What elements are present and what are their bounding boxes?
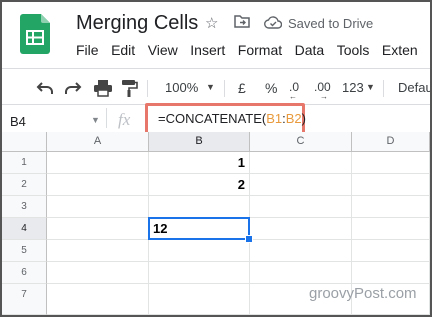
more-formats-button[interactable]: 123 [342,80,364,95]
formula-bar-separator [106,108,107,128]
cell-a4[interactable] [47,218,149,240]
cell-b4-selected[interactable]: 12 [148,217,250,240]
paint-format-icon[interactable] [122,80,138,102]
window-frame: Merging Cells ☆ Saved to Drive File Edit V… [0,0,432,317]
row-header-4[interactable]: 4 [2,218,47,240]
cell-a6[interactable] [47,262,149,284]
chevron-down-icon[interactable]: ▼ [206,82,215,92]
print-icon[interactable] [94,80,112,102]
star-icon[interactable]: ☆ [205,14,218,32]
cell-d5[interactable] [352,240,430,262]
move-folder-icon[interactable] [234,14,250,32]
menu-edit[interactable]: Edit [111,42,135,58]
toolbar-separator [224,80,225,97]
formula-function: =CONCATENATE( [158,111,267,126]
name-box[interactable]: B4 [10,114,26,129]
row-header-7[interactable]: 7 [2,284,47,315]
save-status: Saved to Drive [288,16,374,31]
toolbar-separator [147,80,148,97]
cell-c3[interactable] [250,196,352,218]
row-header-6[interactable]: 6 [2,262,47,284]
cell-c6[interactable] [250,262,352,284]
cell-a7[interactable] [47,284,149,315]
column-header-b[interactable]: B [149,132,250,152]
row-header-5[interactable]: 5 [2,240,47,262]
formula-text: =CONCATENATE(B1:B2) [158,111,306,126]
select-all-corner[interactable] [2,132,47,152]
currency-format-button[interactable]: £ [238,80,246,96]
formula-ref-start: B1 [266,111,283,126]
cell-a5[interactable] [47,240,149,262]
column-header-c[interactable]: C [250,132,352,152]
percent-format-button[interactable]: % [265,80,277,96]
column-header-a[interactable]: A [47,132,149,152]
fill-handle[interactable] [245,235,253,243]
formula-close-paren: ) [301,111,307,126]
font-select[interactable]: Defaul [398,80,430,95]
cell-d3[interactable] [352,196,430,218]
cell-b1[interactable]: 1 [149,152,250,174]
arrow-left-icon: ← [289,92,297,101]
chevron-down-icon[interactable]: ▼ [91,115,100,125]
fx-icon: fx [118,110,131,129]
cell-b2[interactable]: 2 [149,174,250,196]
cell-a1[interactable] [47,152,149,174]
cell-c2[interactable] [250,174,352,196]
cell-d1[interactable] [352,152,430,174]
cell-b6[interactable] [149,262,250,284]
menu-data[interactable]: Data [295,42,325,58]
arrow-right-icon: → [320,92,328,101]
toolbar: 100% ▼ £ % .0 ← .00 → 123 ▼ Defaul [2,72,430,104]
redo-icon[interactable] [64,80,82,101]
menu-insert[interactable]: Insert [190,42,225,58]
undo-icon[interactable] [36,80,54,101]
row-header-1[interactable]: 1 [2,152,47,174]
menu-divider [2,68,430,69]
sheets-logo-icon[interactable] [20,14,50,54]
menu-view[interactable]: View [148,42,178,58]
cell-b5[interactable] [149,240,250,262]
cell-d4[interactable] [352,218,430,240]
formula-ref-end: B2 [285,111,302,126]
row-header-3[interactable]: 3 [2,196,47,218]
cell-a2[interactable] [47,174,149,196]
cell-c1[interactable] [250,152,352,174]
cell-c4[interactable] [250,218,352,240]
menu-tools[interactable]: Tools [337,42,370,58]
watermark: groovyPost.com [309,285,417,302]
menu-bar: File Edit View Insert Format Data Tools Exten [76,42,430,62]
cell-b7[interactable] [149,284,250,315]
cell-c5[interactable] [250,240,352,262]
menu-format[interactable]: Format [238,42,282,58]
row-header-2[interactable]: 2 [2,174,47,196]
menu-extensions[interactable]: Exten [382,42,418,58]
column-header-d[interactable]: D [352,132,430,152]
cell-b3[interactable] [149,196,250,218]
cell-d2[interactable] [352,174,430,196]
zoom-select[interactable]: 100% [165,80,198,95]
chevron-down-icon[interactable]: ▼ [366,82,375,92]
document-title[interactable]: Merging Cells [76,12,198,35]
cloud-saved-icon [264,15,283,34]
menu-file[interactable]: File [76,42,99,58]
toolbar-separator [383,80,384,97]
cell-d6[interactable] [352,262,430,284]
cell-a3[interactable] [47,196,149,218]
